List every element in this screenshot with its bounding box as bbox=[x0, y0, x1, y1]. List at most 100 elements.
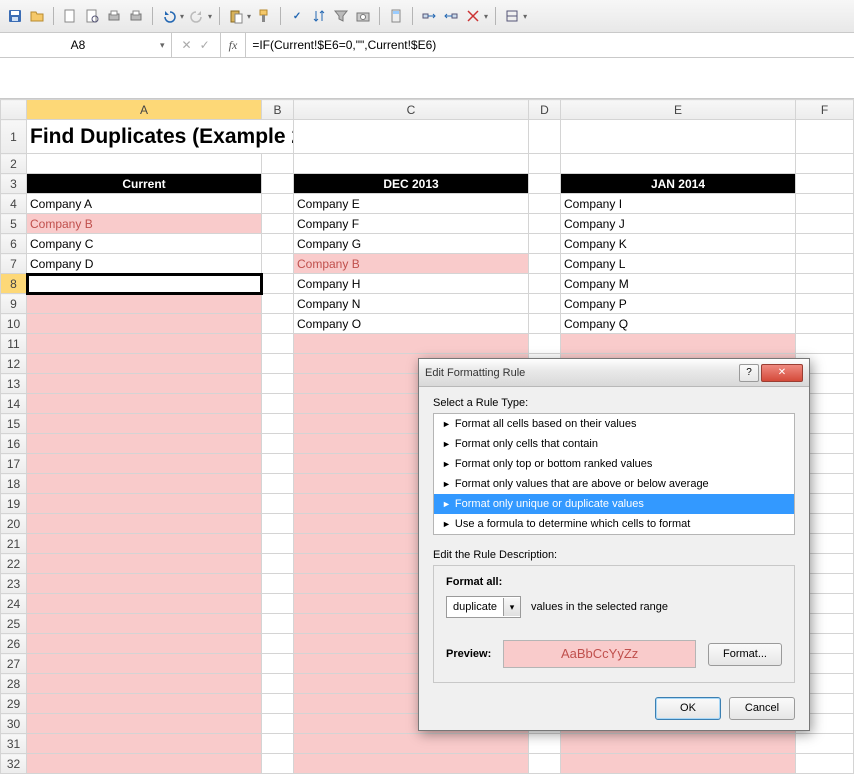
row-header[interactable]: 22 bbox=[1, 554, 27, 574]
cell[interactable]: Company O bbox=[294, 314, 529, 334]
row-header[interactable]: 15 bbox=[1, 414, 27, 434]
cell[interactable]: Company P bbox=[561, 294, 796, 314]
rule-type-item[interactable]: ►Format only cells that contain bbox=[434, 434, 794, 454]
cell[interactable] bbox=[27, 314, 262, 334]
row-header[interactable]: 23 bbox=[1, 574, 27, 594]
row-header[interactable]: 11 bbox=[1, 334, 27, 354]
cell[interactable] bbox=[27, 294, 262, 314]
save-icon[interactable] bbox=[6, 7, 24, 25]
formula-input[interactable] bbox=[246, 38, 854, 52]
calculator-icon[interactable] bbox=[387, 7, 405, 25]
row-header[interactable]: 9 bbox=[1, 294, 27, 314]
dialog-titlebar[interactable]: Edit Formatting Rule ? ✕ bbox=[419, 359, 809, 387]
col-header[interactable]: E bbox=[561, 100, 796, 120]
fx-label[interactable]: fx bbox=[221, 33, 247, 57]
row-header[interactable]: 4 bbox=[1, 194, 27, 214]
cell[interactable]: Company K bbox=[561, 234, 796, 254]
section-header[interactable]: Current bbox=[27, 174, 262, 194]
row-header[interactable]: 14 bbox=[1, 394, 27, 414]
row-header[interactable]: 25 bbox=[1, 614, 27, 634]
row-header[interactable]: 32 bbox=[1, 754, 27, 774]
select-all-corner[interactable] bbox=[1, 100, 27, 120]
filter-icon[interactable] bbox=[332, 7, 350, 25]
rule-type-item[interactable]: ►Format only values that are above or be… bbox=[434, 474, 794, 494]
row-header[interactable]: 17 bbox=[1, 454, 27, 474]
rule-type-item[interactable]: ►Format only top or bottom ranked values bbox=[434, 454, 794, 474]
open-icon[interactable] bbox=[28, 7, 46, 25]
help-button[interactable]: ? bbox=[739, 364, 759, 382]
sort-icon[interactable] bbox=[310, 7, 328, 25]
new-icon[interactable] bbox=[61, 7, 79, 25]
row-header[interactable]: 29 bbox=[1, 694, 27, 714]
cell[interactable]: Company D bbox=[27, 254, 262, 274]
section-header[interactable]: DEC 2013 bbox=[294, 174, 529, 194]
redo-dropdown-icon[interactable]: ▾ bbox=[208, 12, 212, 21]
group-icon[interactable] bbox=[503, 7, 521, 25]
undo-dropdown-icon[interactable]: ▾ bbox=[180, 12, 184, 21]
cell[interactable]: Company N bbox=[294, 294, 529, 314]
row-header[interactable]: 28 bbox=[1, 674, 27, 694]
trace-dependents-icon[interactable] bbox=[442, 7, 460, 25]
cell[interactable]: Company H bbox=[294, 274, 529, 294]
section-header[interactable]: JAN 2014 bbox=[561, 174, 796, 194]
row-header[interactable]: 8 bbox=[1, 274, 27, 294]
row-header[interactable]: 26 bbox=[1, 634, 27, 654]
row-header[interactable]: 16 bbox=[1, 434, 27, 454]
quick-print-icon[interactable] bbox=[127, 7, 145, 25]
cell[interactable]: Company M bbox=[561, 274, 796, 294]
format-button[interactable]: Format... bbox=[708, 643, 782, 666]
cell[interactable]: Company F bbox=[294, 214, 529, 234]
format-painter-icon[interactable] bbox=[255, 7, 273, 25]
title-cell[interactable]: Find Duplicates (Example 2) bbox=[27, 120, 294, 154]
cell[interactable]: Company J bbox=[561, 214, 796, 234]
trace-precedents-icon[interactable] bbox=[420, 7, 438, 25]
row-header[interactable]: 24 bbox=[1, 594, 27, 614]
ok-button[interactable]: OK bbox=[655, 697, 721, 720]
cancel-button[interactable]: Cancel bbox=[729, 697, 795, 720]
cell[interactable]: Company B bbox=[294, 254, 529, 274]
row-header[interactable]: 2 bbox=[1, 154, 27, 174]
col-header[interactable]: C bbox=[294, 100, 529, 120]
paste-icon[interactable] bbox=[227, 7, 245, 25]
row-header[interactable]: 20 bbox=[1, 514, 27, 534]
cell[interactable]: Company B bbox=[27, 214, 262, 234]
row-header[interactable]: 19 bbox=[1, 494, 27, 514]
cell[interactable]: Company C bbox=[27, 234, 262, 254]
cell[interactable]: Company Q bbox=[561, 314, 796, 334]
undo-icon[interactable] bbox=[160, 7, 178, 25]
duplicate-unique-select[interactable]: duplicate ▾ bbox=[446, 596, 521, 618]
row-header[interactable]: 6 bbox=[1, 234, 27, 254]
row-header[interactable]: 13 bbox=[1, 374, 27, 394]
spellcheck-icon[interactable]: ✓ bbox=[288, 7, 306, 25]
cell[interactable]: Company I bbox=[561, 194, 796, 214]
cell-selected[interactable] bbox=[27, 274, 262, 294]
rule-type-item[interactable]: ►Use a formula to determine which cells … bbox=[434, 514, 794, 534]
row-header[interactable]: 30 bbox=[1, 714, 27, 734]
row-header[interactable]: 12 bbox=[1, 354, 27, 374]
name-box-dropdown-icon[interactable]: ▾ bbox=[156, 40, 169, 51]
col-header[interactable]: D bbox=[529, 100, 561, 120]
name-box[interactable] bbox=[0, 33, 156, 57]
row-header[interactable]: 5 bbox=[1, 214, 27, 234]
redo-icon[interactable] bbox=[188, 7, 206, 25]
rule-type-item-selected[interactable]: ►Format only unique or duplicate values bbox=[434, 494, 794, 514]
rule-type-list[interactable]: ►Format all cells based on their values … bbox=[433, 413, 795, 535]
remove-arrows-icon[interactable] bbox=[464, 7, 482, 25]
col-header[interactable]: F bbox=[796, 100, 854, 120]
print-preview-icon[interactable] bbox=[83, 7, 101, 25]
cell[interactable]: Company E bbox=[294, 194, 529, 214]
close-button[interactable]: ✕ bbox=[761, 364, 803, 382]
row-header[interactable]: 7 bbox=[1, 254, 27, 274]
chevron-down-icon[interactable]: ▾ bbox=[503, 598, 520, 616]
row-header[interactable]: 1 bbox=[1, 120, 27, 154]
cell[interactable]: Company G bbox=[294, 234, 529, 254]
row-header[interactable]: 31 bbox=[1, 734, 27, 754]
row-header[interactable]: 21 bbox=[1, 534, 27, 554]
row-header[interactable]: 18 bbox=[1, 474, 27, 494]
print-icon[interactable] bbox=[105, 7, 123, 25]
col-header[interactable]: A bbox=[27, 100, 262, 120]
cell[interactable]: Company L bbox=[561, 254, 796, 274]
cell[interactable]: Company A bbox=[27, 194, 262, 214]
col-header[interactable]: B bbox=[262, 100, 294, 120]
row-header[interactable]: 3 bbox=[1, 174, 27, 194]
